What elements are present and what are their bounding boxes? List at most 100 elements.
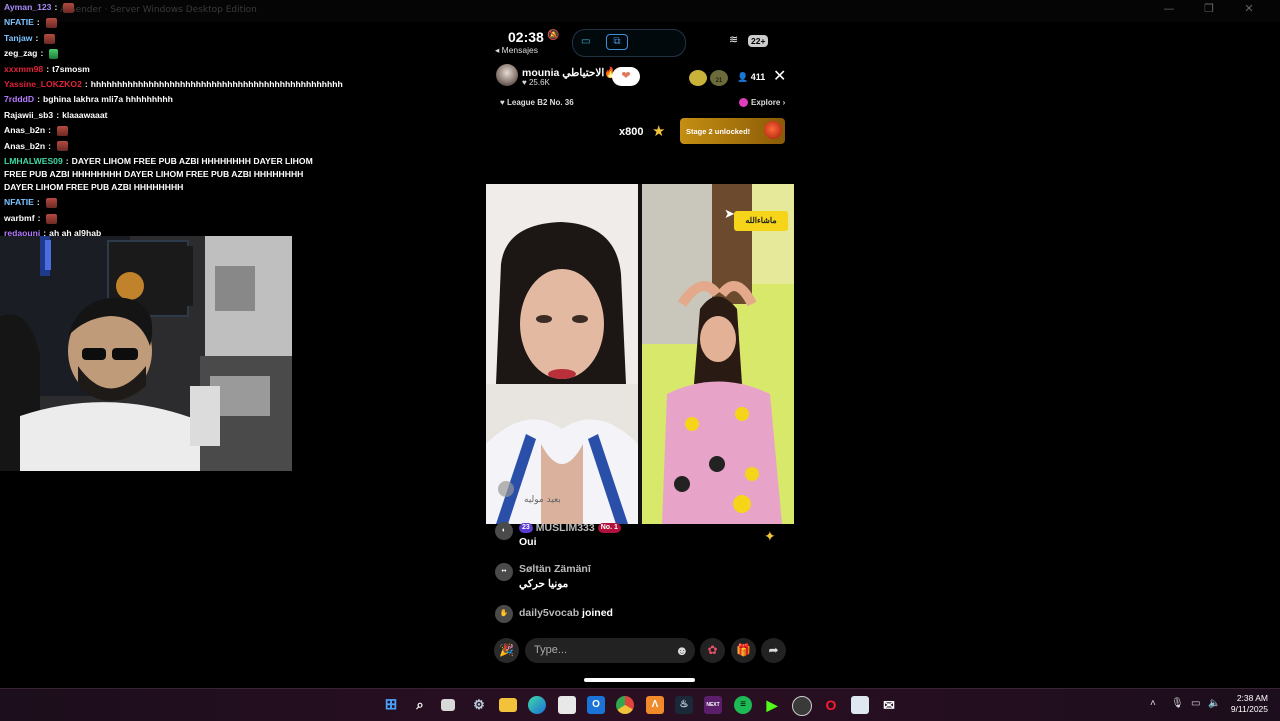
chat-username[interactable]: LMHALWES09	[4, 156, 63, 166]
notepad-icon[interactable]	[851, 696, 869, 714]
magic-wand-icon[interactable]: ✦	[764, 528, 776, 545]
close-live-button[interactable]: ✕	[773, 66, 786, 86]
gift-box-icon	[764, 121, 782, 139]
chat-username[interactable]: Rajawii_sb3	[4, 108, 53, 123]
commenter-avatar: ◐	[495, 522, 513, 540]
store-icon[interactable]	[558, 696, 576, 714]
gift-sticker[interactable]: ماشاءالله	[734, 211, 788, 231]
status-time: 02:38	[508, 29, 544, 45]
gift-multiplier: x800	[619, 126, 644, 138]
chat-username[interactable]: Tanjaw	[4, 31, 33, 46]
chat-username[interactable]: NFATIE	[4, 15, 34, 30]
webcam-feed	[0, 236, 292, 471]
close-window-button[interactable]: ✕	[1242, 2, 1256, 15]
top-viewer-avatar[interactable]: 21	[710, 70, 728, 86]
show-hidden-icons-chevron-icon[interactable]: ˄	[1150, 698, 1156, 709]
phone-screen: 02:38 🔕 ◂ Mensajes ▭ ⧉ ≋ 22+ mounia الاح…	[486, 22, 794, 688]
explore-link[interactable]: Explore ›	[739, 98, 785, 108]
chat-message: Rajawii_sb3: klaaawaaat	[0, 108, 315, 123]
outlook-icon[interactable]: O	[587, 696, 605, 714]
opera-icon[interactable]: O	[822, 696, 840, 714]
wifi-icon: ≋	[729, 34, 739, 46]
screen-mirror-icon: ▭	[581, 36, 591, 47]
comment-text: joined	[582, 607, 613, 619]
comment-text: مونيا حركي	[519, 578, 569, 590]
chat-username[interactable]: Anas_b2n	[4, 123, 45, 138]
chat-username[interactable]: zeg_zag	[4, 46, 37, 61]
comment-input[interactable]: Type... ☻	[525, 638, 695, 663]
mail-icon[interactable]: ✉	[880, 696, 898, 714]
chat-message: warbmf:	[0, 211, 315, 226]
taskbar-clock[interactable]: 2:38 AM 9/11/2025	[1231, 693, 1268, 715]
kick-icon[interactable]: ▶	[763, 696, 781, 714]
spotify-icon[interactable]: ≡	[734, 696, 752, 714]
chat-emote-icon	[63, 2, 75, 13]
top-viewer-avatar[interactable]	[689, 70, 707, 86]
chat-emote-icon	[46, 213, 58, 224]
obs-icon[interactable]	[792, 696, 812, 716]
chat-username[interactable]: NFATIE	[4, 195, 34, 210]
star-icon: ★	[652, 123, 666, 140]
volume-icon[interactable]: 🔈	[1208, 698, 1220, 709]
share-arrow-icon: ➦	[768, 643, 779, 657]
edge-browser-icon[interactable]	[528, 696, 546, 714]
steam-icon[interactable]: ♨	[675, 696, 693, 714]
stage-unlocked-banner[interactable]: Stage 2 unlocked!	[680, 118, 785, 144]
follow-button[interactable]: ❤	[612, 67, 640, 86]
multi-window-icon: ⧉	[606, 34, 628, 50]
minimize-button[interactable]: —	[1162, 2, 1176, 15]
chat-emote-icon	[56, 141, 68, 152]
chat-emote-icon	[45, 198, 57, 209]
commenter-name: daily5vocab	[519, 607, 580, 619]
host-avatar[interactable]	[496, 64, 518, 86]
task-view-icon[interactable]	[441, 699, 455, 711]
level-badge: 23	[519, 523, 533, 534]
chat-text: bghina lakhra mli7a hhhhhhhhh	[42, 94, 173, 105]
viewer-count[interactable]: 👤 411	[737, 72, 765, 83]
gift-icon: 🎁	[736, 643, 751, 657]
chat-emote-icon	[45, 18, 57, 29]
comment-text: Oui	[519, 536, 537, 548]
search-icon[interactable]: ⌕	[411, 696, 429, 714]
chat-username[interactable]: Yassine_LOKZKO2	[4, 77, 82, 92]
windows-start-icon[interactable]: ⊞	[382, 696, 400, 714]
chat-username[interactable]: Anas_b2n	[4, 139, 45, 154]
microphone-icon[interactable]: 🎙	[1171, 698, 1184, 709]
file-explorer-icon[interactable]	[499, 698, 517, 712]
host-video-feed[interactable]: بعيد موليه	[486, 184, 638, 524]
chat-message: Tanjaw:	[0, 31, 315, 46]
diamond-icon: ♥	[500, 98, 505, 107]
guest-video-feed[interactable]	[642, 184, 794, 524]
chat-emote-icon	[44, 33, 56, 44]
network-icon[interactable]: ▭	[1191, 698, 1200, 709]
chrome-icon[interactable]	[616, 696, 634, 714]
party-popper-button[interactable]: 🎉	[494, 638, 519, 663]
back-to-messages-link[interactable]: ◂ Mensajes	[495, 45, 538, 56]
next-app-icon[interactable]: NEXT	[704, 696, 722, 714]
chat-message: LMHALWES09: DAYER LIHOM FREE PUB AZBI HHH…	[4, 156, 313, 192]
chat-username[interactable]: 7rdddD	[4, 92, 34, 107]
chat-text: t7smosm	[52, 63, 90, 74]
battery-indicator: 22+	[748, 35, 769, 47]
emoji-icon[interactable]: ☻	[675, 643, 689, 658]
share-button[interactable]: ➦	[761, 638, 786, 663]
chat-message: Yassine_LOKZKO2: hhhhhhhhhhhhhhhhhhhhhhhh…	[0, 77, 343, 92]
maximize-button[interactable]: ❐	[1202, 2, 1216, 15]
commenter-avatar: ✋	[495, 605, 513, 623]
apowersoft-icon[interactable]: Λ	[646, 696, 664, 714]
heart-hands-icon: ❤	[621, 70, 631, 82]
stream-chat: Ayman_123: NFATIE: Tanjaw: zeg_zag: xxxmm98:…	[0, 0, 343, 242]
chat-text: hhhhhhhhhhhhhhhhhhhhhhhhhhhhhhhhhhhhhhhh…	[90, 79, 343, 90]
gift-button[interactable]: 🎁	[731, 638, 756, 663]
person-icon: 👤	[737, 72, 749, 82]
commenter-name: Søltän Zämänī	[519, 563, 591, 575]
chat-username[interactable]: Ayman_123	[4, 0, 51, 15]
chat-username[interactable]: xxxmm98	[4, 62, 43, 77]
chat-emote-icon	[56, 125, 68, 136]
rose-gift-button[interactable]: ✿	[700, 638, 725, 663]
chat-message: NFATIE:	[0, 195, 315, 210]
commenter-avatar: ••	[495, 563, 513, 581]
settings-gear-icon[interactable]: ⚙	[470, 696, 488, 714]
chat-username[interactable]: warbmf	[4, 211, 35, 226]
league-rank[interactable]: ♥ League B2 No. 36	[500, 98, 574, 107]
